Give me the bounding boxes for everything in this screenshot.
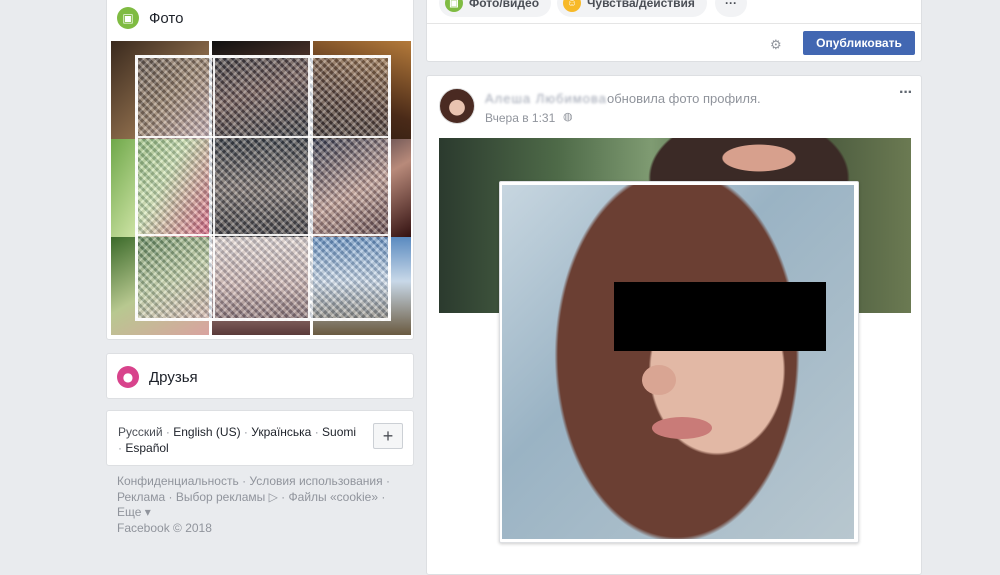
friends-icon: ● <box>117 366 139 388</box>
add-language-button[interactable]: + <box>373 423 403 449</box>
photo-video-button[interactable]: ▣ Фото/видео <box>439 0 552 17</box>
photos-title[interactable]: Фото <box>149 10 183 27</box>
photo-video-label: Фото/видео <box>469 0 540 10</box>
footer-link[interactable]: Выбор рекламы <box>176 490 265 504</box>
caret-down-icon: ▾ <box>141 505 151 519</box>
language-link[interactable]: English (US) <box>173 425 240 439</box>
footer-link[interactable]: Условия использования <box>249 474 382 488</box>
language-link[interactable]: Suomi <box>322 425 356 439</box>
avatar[interactable] <box>439 88 475 124</box>
footer-link[interactable]: Файлы «cookie» <box>289 490 379 504</box>
profile-photo[interactable] <box>502 185 854 539</box>
censor-bar <box>614 282 826 351</box>
photo-grid <box>111 41 411 337</box>
footer-link[interactable]: Конфиденциальность <box>117 474 239 488</box>
language-link[interactable]: Español <box>125 441 168 455</box>
language-card: Русский · English (US) · Українська · Su… <box>106 410 414 466</box>
more-icon: ··· <box>725 0 737 10</box>
footer-links: Конфиденциальность · Условия использован… <box>117 474 390 535</box>
friends-header[interactable]: ● Друзья <box>117 366 198 388</box>
footer-link[interactable]: Еще <box>117 505 141 519</box>
photo-icon: ▣ <box>117 7 139 29</box>
language-list: Русский · English (US) · Українська · Su… <box>118 425 357 455</box>
post-action: обновила фото профиля. <box>607 91 761 106</box>
photo-icon: ▣ <box>445 0 463 12</box>
smile-icon: ☺ <box>563 0 581 12</box>
language-link[interactable]: Русский <box>118 425 163 439</box>
composer: ▣ Фото/видео ☺ Чувства/действия ··· ⚙ Оп… <box>426 0 922 62</box>
profile-photo-frame <box>499 181 859 543</box>
post-author[interactable]: Алеша Любимова <box>485 91 607 106</box>
photos-header[interactable]: ▣ Фото <box>117 7 183 29</box>
language-link[interactable]: Українська <box>251 425 311 439</box>
globe-icon: ◍ <box>563 111 573 123</box>
friends-card: ● Друзья <box>106 353 414 399</box>
feelings-label: Чувства/действия <box>587 0 695 10</box>
composer-more-button[interactable]: ··· <box>715 0 747 17</box>
feelings-button[interactable]: ☺ Чувства/действия <box>557 0 707 17</box>
post-timestamp[interactable]: Вчера в 1:31 <box>485 111 555 125</box>
copyright: Facebook © 2018 <box>117 520 212 535</box>
feed-post: Алеша Любимова обновила фото профиля. Вч… <box>426 75 922 575</box>
post-options-button[interactable]: ··· <box>899 84 913 102</box>
adchoices-icon: ▷ <box>265 489 278 504</box>
gear-icon[interactable]: ⚙ <box>770 37 782 53</box>
friends-title[interactable]: Друзья <box>149 369 198 386</box>
photos-card: ▣ Фото <box>106 0 414 340</box>
footer-link[interactable]: Реклама <box>117 490 165 504</box>
image-overlay <box>135 55 391 321</box>
divider <box>427 23 921 24</box>
publish-button[interactable]: Опубликовать <box>803 31 915 55</box>
